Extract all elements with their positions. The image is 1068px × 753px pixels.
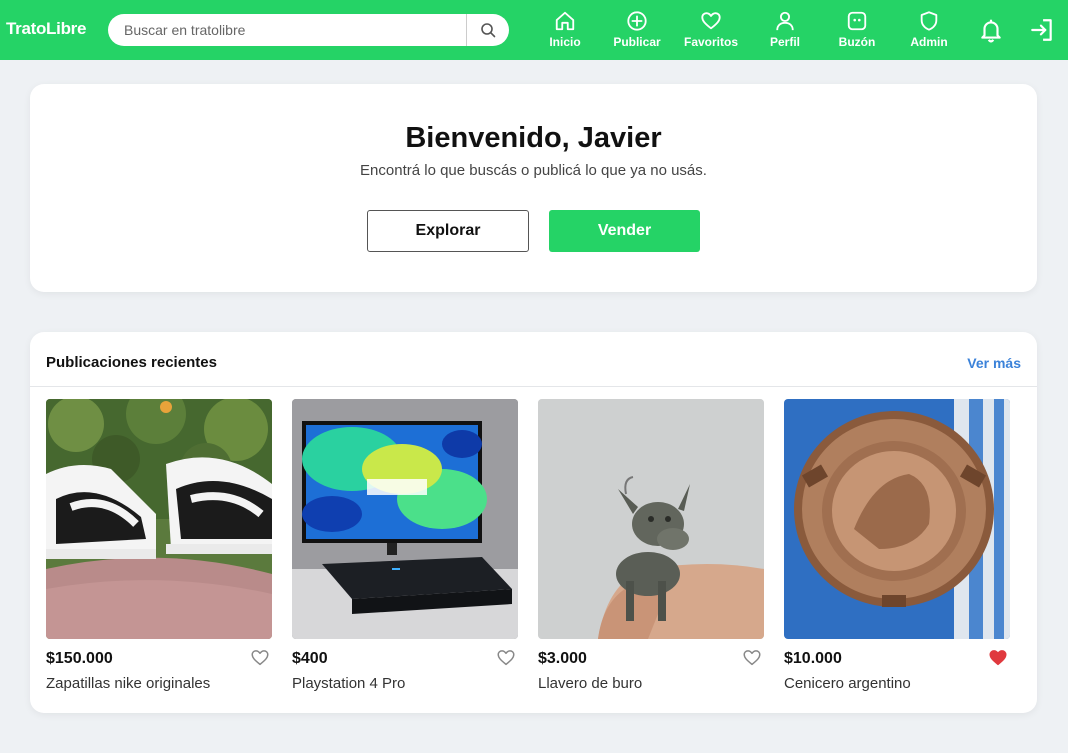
user-icon	[776, 11, 794, 31]
welcome-card: Bienvenido, Javier Encontrá lo que buscá…	[30, 84, 1037, 292]
logout-icon	[1031, 19, 1052, 41]
logout-button[interactable]	[1028, 16, 1056, 44]
nav-item-label: Favoritos	[683, 35, 738, 49]
sell-button[interactable]: Vender	[549, 210, 700, 252]
recent-listings-card: Publicaciones recientes Ver más $150.000…	[30, 332, 1037, 713]
shield-icon	[920, 11, 938, 31]
bell-icon	[981, 19, 1001, 43]
favorite-button-active[interactable]	[988, 648, 1010, 668]
listing-image-playstation[interactable]	[292, 399, 518, 639]
listing-price: $400	[292, 650, 328, 667]
listing-card[interactable]: $400 Playstation 4 Pro	[292, 399, 518, 699]
nav-item-label: Admin	[910, 35, 948, 49]
listing-price: $150.000	[46, 650, 113, 667]
heart-outline-icon	[743, 650, 761, 666]
search-bar	[108, 14, 509, 46]
nav-item-admin[interactable]: Admin	[893, 10, 965, 52]
section-title: Publicaciones recientes	[46, 354, 217, 371]
brand-logo[interactable]: TratoLibre	[6, 19, 86, 39]
welcome-subtitle: Encontrá lo que buscás o publicá lo que …	[360, 162, 707, 179]
nav-item-inicio[interactable]: Inicio	[529, 10, 601, 52]
nav-item-perfil[interactable]: Perfil	[749, 10, 821, 52]
listing-card[interactable]: $10.000 Cenicero argentino	[784, 399, 1010, 699]
nav-item-label: Publicar	[613, 35, 661, 49]
inbox-icon	[847, 11, 867, 31]
listing-price: $10.000	[784, 650, 842, 667]
listing-image-ashtray[interactable]	[784, 399, 1010, 639]
home-icon	[555, 11, 575, 31]
search-button[interactable]	[466, 14, 509, 46]
listing-title[interactable]: Cenicero argentino	[784, 675, 911, 692]
listing-image-keychain[interactable]	[538, 399, 764, 639]
notifications-button[interactable]	[977, 16, 1005, 44]
welcome-title: Bienvenido, Javier	[405, 122, 662, 154]
top-navbar: TratoLibre Inicio Publicar Favoritos Per…	[0, 0, 1068, 60]
heart-icon	[701, 12, 721, 30]
heart-outline-icon	[497, 650, 515, 666]
favorite-button[interactable]	[250, 648, 272, 668]
nav-item-label: Inicio	[549, 35, 581, 49]
explore-button[interactable]: Explorar	[367, 210, 529, 252]
search-icon	[481, 23, 496, 38]
plus-circle-icon	[627, 11, 647, 31]
listing-card[interactable]: $3.000 Llavero de buro	[538, 399, 764, 699]
listing-image-sneakers[interactable]	[46, 399, 272, 639]
listing-price: $3.000	[538, 650, 587, 667]
nav-item-favoritos[interactable]: Favoritos	[675, 10, 747, 52]
listing-title[interactable]: Zapatillas nike originales	[46, 675, 210, 692]
listing-title[interactable]: Llavero de buro	[538, 675, 642, 692]
heart-filled-icon	[989, 650, 1007, 666]
listing-title[interactable]: Playstation 4 Pro	[292, 675, 405, 692]
favorite-button[interactable]	[496, 648, 518, 668]
favorite-button[interactable]	[742, 648, 764, 668]
nav-item-publicar[interactable]: Publicar	[601, 10, 673, 52]
nav-item-label: Buzón	[838, 35, 876, 49]
search-input[interactable]	[108, 14, 466, 46]
nav-item-label: Perfil	[769, 35, 800, 49]
see-more-link[interactable]: Ver más	[967, 355, 1021, 371]
divider	[30, 386, 1037, 387]
heart-outline-icon	[251, 650, 269, 666]
listing-card[interactable]: $150.000 Zapatillas nike originales	[46, 399, 272, 699]
nav-item-buzon[interactable]: Buzón	[821, 10, 893, 52]
